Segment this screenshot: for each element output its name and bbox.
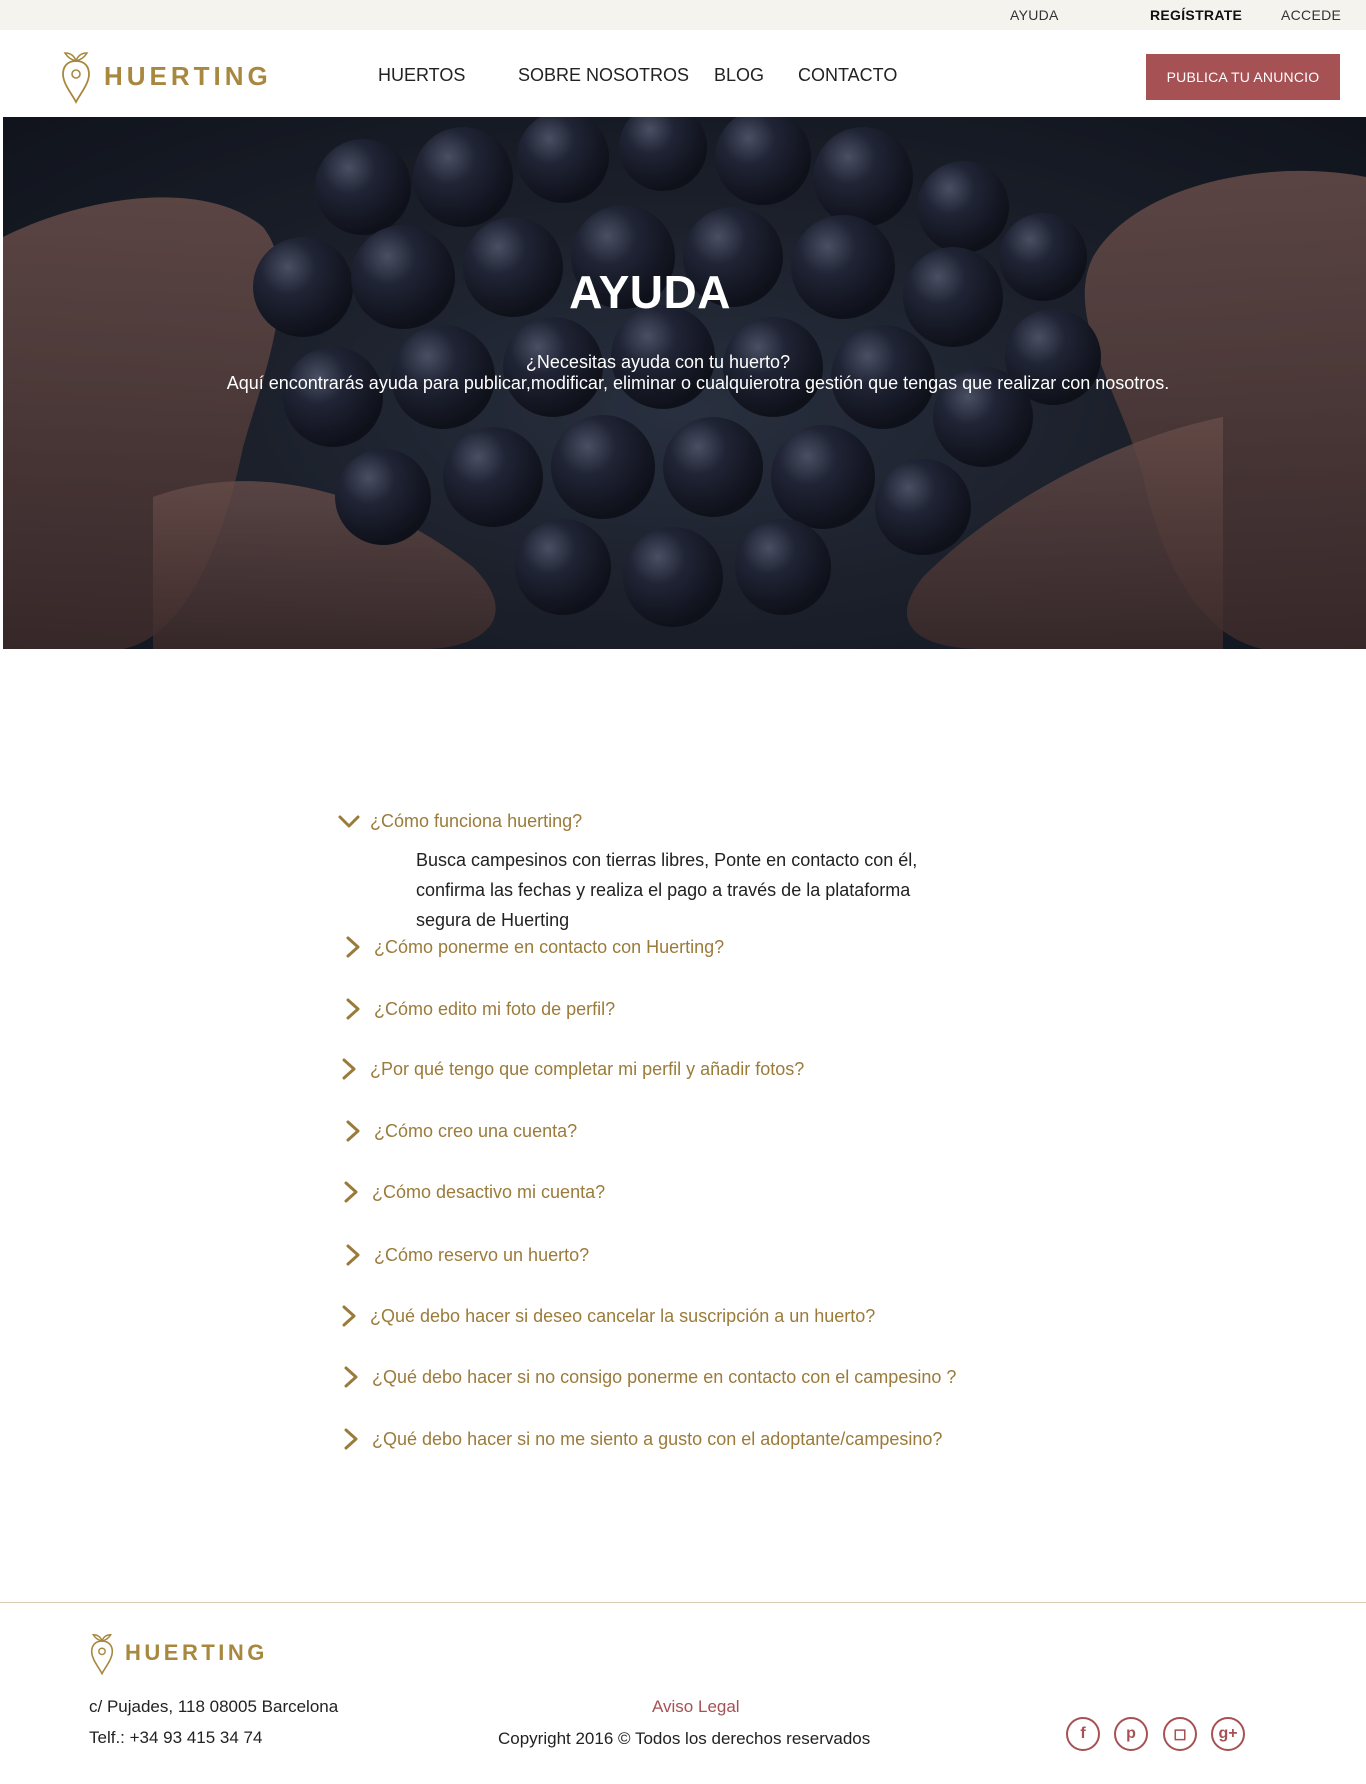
nav-sobre-nosotros[interactable]: SOBRE NOSOTROS xyxy=(518,65,689,86)
faq-answer-line: Busca campesinos con tierras libres, Pon… xyxy=(416,850,918,870)
faq-question: ¿Cómo desactivo mi cuenta? xyxy=(372,1181,606,1202)
hero-subtitle-line-1: ¿Necesitas ayuda con tu huerto? xyxy=(525,352,791,372)
faq-question: ¿Cómo edito mi foto de perfil? xyxy=(374,998,616,1019)
strawberry-pin-icon xyxy=(62,52,90,105)
faq-question: ¿Cómo creo una cuenta? xyxy=(374,1120,578,1141)
faq-item-8[interactable]: ¿Qué debo hacer si deseo cancelar la sus… xyxy=(336,1303,875,1329)
main-header: HUERTING HUERTOS SOBRE NOSOTROS BLOG CON… xyxy=(0,30,1366,117)
faq-item-4[interactable]: ¿Por qué tengo que completar mi perfil y… xyxy=(336,1056,804,1082)
faq-item-6[interactable]: ¿Cómo desactivo mi cuenta? xyxy=(338,1179,605,1205)
strawberry-pin-icon xyxy=(90,1634,114,1676)
chevron-right-icon xyxy=(342,1058,356,1080)
chevron-right-icon xyxy=(342,1305,356,1327)
faq-answer-1: Busca campesinos con tierras libres, Pon… xyxy=(416,845,956,935)
topbar-register-link[interactable]: REGÍSTRATE xyxy=(1150,7,1242,23)
site-logo[interactable]: HUERTING xyxy=(60,47,272,105)
faq-question: ¿Qué debo hacer si no me siento a gusto … xyxy=(372,1428,943,1449)
faq-question: ¿Por qué tengo que completar mi perfil y… xyxy=(370,1058,805,1079)
nav-huertos[interactable]: HUERTOS xyxy=(378,65,465,86)
footer-divider xyxy=(0,1602,1366,1603)
hero-title: AYUDA xyxy=(569,266,731,318)
faq-item-2[interactable]: ¿Cómo ponerme en contacto con Huerting? xyxy=(340,934,724,960)
footer-phone: Telf.: +34 93 415 34 74 xyxy=(89,1728,263,1747)
publish-ad-button[interactable]: PUBLICA TU ANUNCIO xyxy=(1146,54,1340,100)
faq-question: ¿Qué debo hacer si deseo cancelar la sus… xyxy=(370,1305,876,1326)
top-utility-bar: AYUDA REGÍSTRATE ACCEDE xyxy=(0,0,1366,30)
footer-logo[interactable]: HUERTING xyxy=(89,1630,268,1676)
instagram-icon[interactable]: ◻ xyxy=(1163,1717,1197,1751)
chevron-right-icon xyxy=(346,998,360,1020)
faq-item-10[interactable]: ¿Qué debo hacer si no me siento a gusto … xyxy=(338,1426,942,1452)
faq-question: ¿Cómo reservo un huerto? xyxy=(374,1244,590,1265)
chevron-right-icon xyxy=(344,1366,358,1388)
facebook-icon[interactable]: f xyxy=(1066,1717,1100,1751)
chevron-right-icon xyxy=(346,1244,360,1266)
faq-item-1[interactable]: ¿Cómo funciona huerting? xyxy=(336,808,582,834)
faq-answer-line: segura de Huerting xyxy=(416,910,570,930)
chevron-right-icon xyxy=(346,1120,360,1142)
nav-contacto[interactable]: CONTACTO xyxy=(798,65,897,86)
faq-question: ¿Cómo ponerme en contacto con Huerting? xyxy=(374,936,725,957)
chevron-right-icon xyxy=(344,1181,358,1203)
footer-address: c/ Pujades, 118 08005 Barcelona xyxy=(89,1697,339,1716)
faq-question: ¿Qué debo hacer si no consigo ponerme en… xyxy=(372,1366,957,1387)
hero-banner: AYUDA ¿Necesitas ayuda con tu huerto? Aq… xyxy=(3,117,1366,649)
nav-blog[interactable]: BLOG xyxy=(714,65,764,86)
faq-item-3[interactable]: ¿Cómo edito mi foto de perfil? xyxy=(340,996,615,1022)
faq-item-7[interactable]: ¿Cómo reservo un huerto? xyxy=(340,1242,589,1268)
faq-answer-line: confirma las fechas y realiza el pago a … xyxy=(416,880,911,900)
faq-item-5[interactable]: ¿Cómo creo una cuenta? xyxy=(340,1118,577,1144)
chevron-down-icon xyxy=(338,815,360,828)
hero-subtitle-line-2: Aquí encontrarás ayuda para publicar,mod… xyxy=(226,373,1170,393)
topbar-login-link[interactable]: ACCEDE xyxy=(1281,7,1341,23)
footer-logo-wordmark: HUERTING xyxy=(125,1640,268,1665)
google-plus-icon[interactable]: g+ xyxy=(1211,1717,1245,1751)
pinterest-icon[interactable]: p xyxy=(1114,1717,1148,1751)
legal-notice-link[interactable]: Aviso Legal xyxy=(652,1697,740,1717)
footer-copyright: Copyright 2016 © Todos los derechos rese… xyxy=(498,1729,871,1748)
chevron-right-icon xyxy=(344,1428,358,1450)
logo-wordmark: HUERTING xyxy=(104,60,272,91)
chevron-right-icon xyxy=(346,936,360,958)
faq-question: ¿Cómo funciona huerting? xyxy=(370,810,583,831)
topbar-ayuda-link[interactable]: AYUDA xyxy=(1010,7,1059,23)
faq-item-9[interactable]: ¿Qué debo hacer si no consigo ponerme en… xyxy=(338,1364,956,1390)
